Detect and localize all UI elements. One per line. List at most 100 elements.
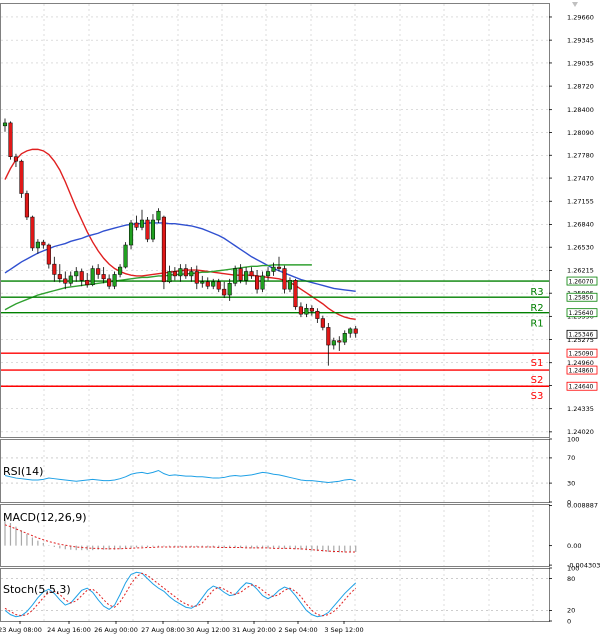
candle-body — [244, 271, 249, 281]
rsi-title: RSI(14) — [3, 465, 43, 478]
candle-body — [304, 308, 309, 315]
candle-body — [194, 271, 199, 284]
candle-body — [13, 156, 19, 162]
price-tick-label: 1.29345 — [567, 36, 594, 44]
candle-body — [19, 160, 24, 194]
candle-body — [238, 268, 243, 281]
candle-body — [85, 280, 90, 285]
candle-body — [52, 263, 57, 275]
candle-body — [101, 274, 106, 280]
candle-body — [326, 327, 331, 346]
candle-body — [172, 271, 177, 277]
time-axis-label: 30 Aug 12:00 — [186, 626, 230, 634]
candle-body — [35, 241, 40, 249]
candle-body — [342, 333, 347, 343]
candle-body — [216, 281, 221, 290]
level-price-tag-label: 1.25090 — [569, 350, 594, 357]
stoch-tick-label: 20 — [567, 607, 575, 615]
candle — [282, 265, 287, 294]
candle-body — [41, 241, 46, 246]
price-tick-label: 1.26840 — [567, 221, 594, 229]
candle-body — [205, 281, 210, 287]
stoch-tick-label: 100 — [567, 564, 579, 572]
level-label-r2: R2 — [530, 303, 543, 314]
candle — [161, 215, 166, 290]
price-tick-label: 1.26215 — [567, 267, 594, 275]
candle-body — [79, 271, 84, 281]
forex-chart: 1.29660 1.29345 1.29035 1.28720 1.28400 1.280… — [0, 0, 600, 638]
candle — [128, 220, 134, 250]
price-tick-label: 1.26530 — [567, 244, 594, 252]
price-tick-label: 1.28090 — [567, 129, 594, 137]
candle — [8, 121, 13, 160]
macd-tick-label: 0.008887 — [567, 502, 598, 510]
level-label-s1: S1 — [531, 358, 544, 369]
candle-body — [2, 122, 8, 127]
time-axis-label: 23 Aug 08:00 — [0, 626, 42, 634]
price-tick-label: 1.27780 — [567, 152, 594, 160]
rsi-tick-label: 100 — [567, 435, 579, 443]
candle-body — [271, 266, 276, 272]
price-tick-label: 1.28720 — [567, 82, 594, 90]
macd-tick-label: 0.00 — [567, 542, 581, 550]
time-axis-label: 31 Aug 20:00 — [232, 626, 276, 634]
candle-body — [74, 271, 79, 277]
stoch-tick-label: 0 — [567, 617, 571, 625]
candle-body — [260, 275, 265, 290]
time-axis-label: 27 Aug 08:00 — [141, 626, 185, 634]
level-label-s2: S2 — [531, 375, 544, 386]
candle-body — [189, 271, 194, 277]
candle — [293, 278, 298, 310]
candle-body — [24, 193, 29, 218]
level-price-tag-label: 1.24860 — [569, 367, 594, 374]
candle-body — [287, 280, 293, 290]
level-price-tag-label: 1.25850 — [569, 294, 594, 301]
level-label-r1: R1 — [530, 319, 543, 330]
level-price-tag-label: 1.26070 — [569, 278, 594, 285]
candle — [233, 265, 238, 287]
candle-body — [134, 222, 139, 228]
candle-body — [123, 244, 128, 268]
candle-body — [331, 340, 336, 346]
candle-body — [8, 122, 13, 157]
price-tick-label: 1.24335 — [567, 405, 594, 413]
candle-body — [233, 268, 238, 284]
candle-body — [293, 280, 298, 308]
level-label-r3: R3 — [530, 287, 543, 298]
price-tick-label: 1.28400 — [567, 106, 594, 114]
time-axis-label: 24 Aug 16:00 — [47, 626, 91, 634]
candle-body — [315, 310, 320, 319]
price-tick-label: 1.27155 — [567, 198, 594, 206]
candle-body — [145, 219, 150, 240]
price-tick-label: 1.29660 — [567, 13, 594, 21]
candle-body — [63, 278, 68, 284]
stoch-tick-label: 80 — [567, 575, 575, 583]
candle-body — [118, 266, 123, 275]
candle-body — [90, 268, 95, 285]
price-tick-label: 1.27470 — [567, 174, 594, 182]
candle — [90, 265, 95, 287]
candle-body — [249, 271, 254, 277]
candle-body — [161, 216, 166, 283]
candle-body — [167, 271, 172, 283]
candle-body — [282, 268, 287, 290]
rsi-tick-label: 70 — [567, 454, 575, 462]
level-price-tag-label: 1.24640 — [569, 383, 594, 390]
chart-canvas: 1.29660 1.29345 1.29035 1.28720 1.28400 1.280… — [0, 0, 600, 638]
time-axis-label: 26 Aug 00:00 — [94, 626, 138, 634]
candle-body — [211, 281, 216, 287]
candle-body — [222, 288, 227, 296]
candle-body — [227, 283, 232, 296]
macd-title: MACD(12,26,9) — [3, 511, 87, 524]
rsi-tick-label: 30 — [567, 479, 575, 487]
candle-body — [337, 340, 342, 343]
candle-body — [178, 268, 183, 277]
candle — [24, 190, 29, 220]
candle-body — [309, 308, 314, 312]
candle-body — [183, 268, 188, 277]
candle-body — [128, 222, 134, 246]
candle-body — [200, 281, 205, 284]
time-axis-label: 2 Sep 04:00 — [278, 626, 317, 634]
candle — [30, 215, 35, 251]
level-label-s3: S3 — [531, 391, 544, 402]
